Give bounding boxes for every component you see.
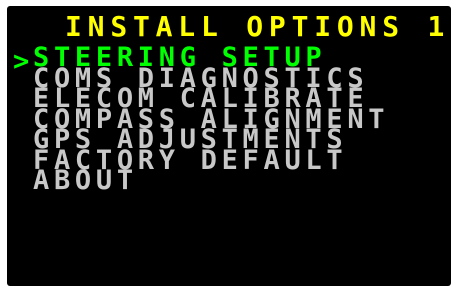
display-screen: INSTALL OPTIONS 1 > STEERING SETUP COMS …: [7, 6, 451, 286]
options-menu: STEERING SETUP COMS DIAGNOSTICS ELECOM C…: [33, 44, 389, 193]
selection-cursor: >: [13, 46, 30, 77]
screen-title: INSTALL OPTIONS 1: [65, 10, 451, 43]
